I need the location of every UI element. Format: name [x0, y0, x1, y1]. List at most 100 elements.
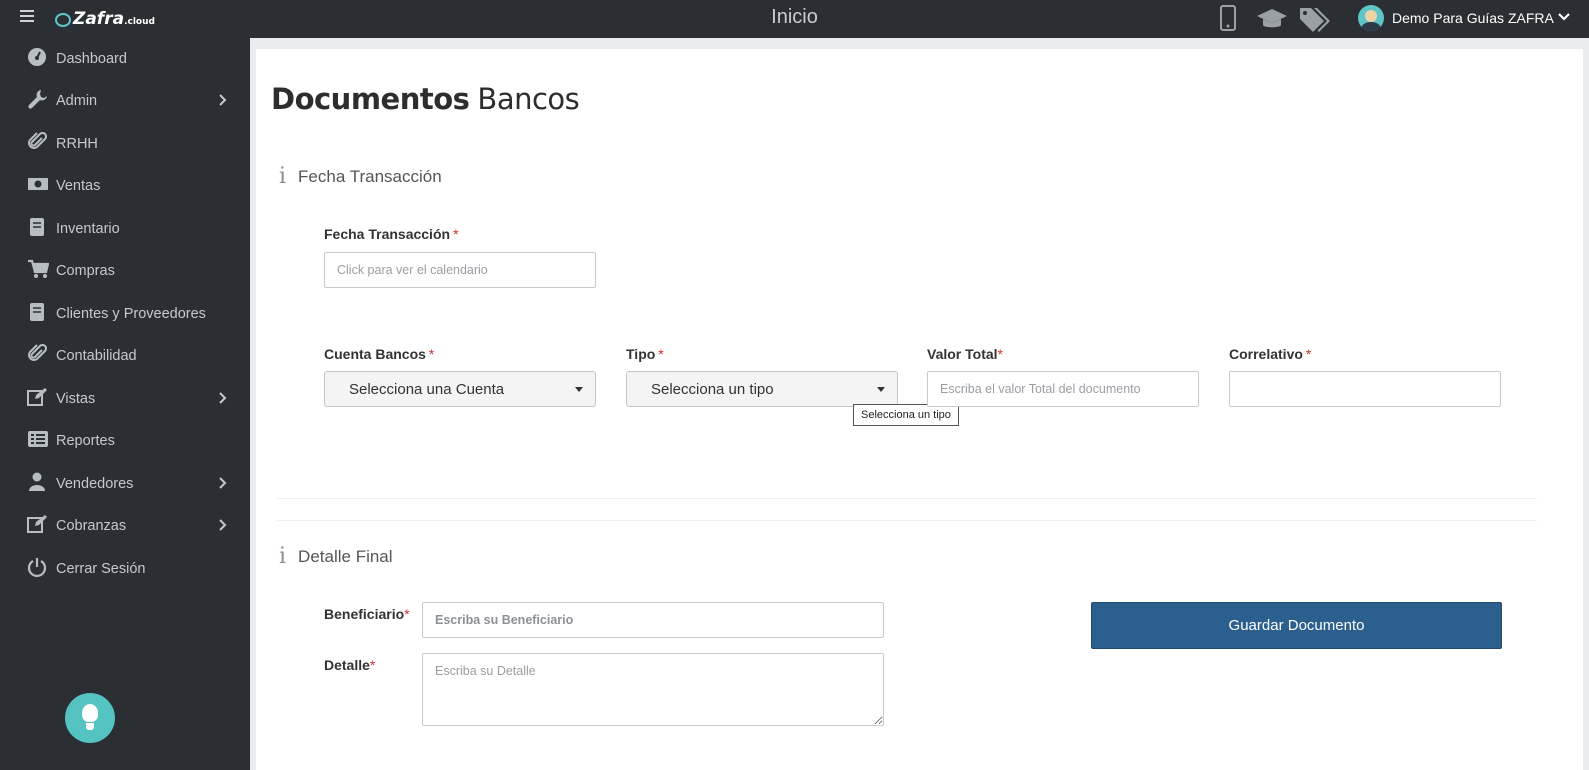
required-mark: *: [369, 657, 376, 673]
page-title: Inicio: [771, 6, 818, 28]
sidebar-item-label: Compras: [56, 263, 115, 279]
edit-icon: [27, 387, 47, 412]
chevron-right-icon: [219, 92, 227, 110]
page-heading-strong: Documentos: [271, 82, 470, 116]
graduation-cap-icon[interactable]: [1256, 5, 1288, 37]
sidebar: Dashboard Admin RRHH Ventas Inventario C…: [0, 38, 250, 770]
book-icon: [27, 217, 47, 242]
user-name: Demo Para Guías ZAFRA: [1392, 10, 1554, 26]
main-content: Documentos Bancos i Fecha Transacción Fec…: [256, 49, 1583, 770]
cart-icon: [27, 259, 50, 284]
sidebar-item-label: Vistas: [56, 391, 96, 407]
sidebar-item-label: Admin: [56, 93, 98, 109]
sidebar-item-clientes-proveedores[interactable]: Clientes y Proveedores: [0, 294, 250, 334]
correlativo-input[interactable]: [1229, 371, 1501, 407]
section-title: Detalle Final: [298, 546, 393, 566]
caret-down-icon: [877, 387, 885, 392]
detalle-label: Detalle*: [324, 657, 375, 673]
chevron-down-icon: [1558, 11, 1570, 25]
money-icon: [27, 176, 48, 197]
cuenta-bancos-selected: Selecciona una Cuenta: [349, 380, 505, 398]
correlativo-label: Correlativo *: [1229, 346, 1311, 362]
sidebar-item-label: Contabilidad: [56, 348, 137, 364]
tipo-selected: Selecciona un tipo: [651, 380, 774, 398]
tipo-tooltip: Selecciona un tipo: [853, 404, 959, 426]
mobile-icon[interactable]: [1219, 5, 1237, 37]
sidebar-item-inventario[interactable]: Inventario: [0, 209, 250, 249]
list-icon: [27, 430, 48, 453]
sidebar-item-label: Reportes: [56, 433, 115, 449]
sidebar-item-rrhh[interactable]: RRHH: [0, 124, 250, 164]
wrench-icon: [27, 89, 47, 114]
info-icon: i: [279, 544, 287, 569]
sidebar-item-vendedores[interactable]: Vendedores: [0, 464, 250, 504]
lightbulb-help-icon[interactable]: [65, 693, 115, 743]
info-icon: i: [279, 164, 287, 189]
beneficiario-input[interactable]: [422, 602, 884, 638]
sidebar-item-compras[interactable]: Compras: [0, 251, 250, 291]
cuenta-bancos-select[interactable]: Selecciona una Cuenta: [324, 371, 596, 407]
valor-total-label: Valor Total*: [927, 346, 1003, 362]
valor-total-input[interactable]: [927, 371, 1199, 407]
beneficiario-label-text: Beneficiario: [324, 606, 405, 622]
fecha-transaccion-input[interactable]: [324, 252, 596, 288]
top-bar: Zafra.cloud Inicio Demo Para Guías ZAFRA: [0, 0, 1589, 38]
section-fecha-transaccion: i Fecha Transacción: [279, 164, 442, 189]
divider: [277, 498, 1537, 499]
page-heading-light: Bancos: [477, 82, 580, 116]
section-title: Fecha Transacción: [298, 166, 442, 186]
paperclip-icon: [27, 131, 48, 157]
required-mark: *: [997, 346, 1003, 362]
valor-total-label-text: Valor Total: [927, 346, 998, 362]
sidebar-item-label: Ventas: [56, 178, 101, 194]
required-mark: *: [404, 606, 410, 622]
sidebar-item-dashboard[interactable]: Dashboard: [0, 39, 250, 79]
tags-icon[interactable]: [1298, 5, 1330, 39]
beneficiario-label: Beneficiario*: [324, 606, 410, 622]
sidebar-item-label: Clientes y Proveedores: [56, 306, 206, 322]
sidebar-item-vistas[interactable]: Vistas: [0, 379, 250, 419]
sidebar-item-label: RRHH: [56, 136, 98, 152]
edit-icon: [27, 514, 47, 539]
user-icon: [27, 472, 47, 497]
sidebar-item-reportes[interactable]: Reportes: [0, 421, 250, 461]
sidebar-item-cobranzas[interactable]: Cobranzas: [0, 506, 250, 546]
divider: [277, 520, 1537, 521]
sidebar-item-contabilidad[interactable]: Contabilidad: [0, 336, 250, 376]
sidebar-item-label: Dashboard: [56, 51, 127, 67]
tipo-label: Tipo *: [626, 346, 664, 362]
tipo-select[interactable]: Selecciona un tipo: [626, 371, 898, 407]
detalle-label-text: Detalle: [324, 657, 370, 673]
fecha-label-text: Fecha Transacción: [324, 226, 451, 242]
cuenta-bancos-label: Cuenta Bancos *: [324, 346, 434, 362]
sidebar-item-cerrar-sesion[interactable]: Cerrar Sesión: [0, 549, 250, 589]
dashboard-icon: [27, 47, 47, 72]
sidebar-item-admin[interactable]: Admin: [0, 81, 250, 121]
chevron-right-icon: [219, 517, 227, 535]
required-mark: *: [658, 346, 664, 362]
required-mark: *: [428, 346, 435, 362]
correlativo-label-text: Correlativo: [1229, 346, 1303, 362]
sidebar-item-label: Vendedores: [56, 476, 134, 492]
user-menu[interactable]: Demo Para Guías ZAFRA: [1358, 5, 1570, 31]
sidebar-item-ventas[interactable]: Ventas: [0, 166, 250, 206]
required-mark: *: [453, 226, 459, 242]
book-icon: [27, 302, 47, 327]
page-heading: Documentos Bancos: [271, 82, 580, 116]
sidebar-item-label: Cerrar Sesión: [56, 561, 146, 577]
guardar-documento-button[interactable]: Guardar Documento: [1091, 602, 1502, 649]
sidebar-item-label: Cobranzas: [56, 518, 127, 534]
section-detalle-final: i Detalle Final: [279, 544, 393, 569]
chevron-right-icon: [219, 390, 227, 408]
sidebar-item-label: Inventario: [56, 221, 120, 237]
cuenta-bancos-label-text: Cuenta Bancos: [324, 346, 426, 362]
required-mark: *: [1305, 346, 1312, 362]
fecha-label: Fecha Transacción *: [324, 226, 459, 242]
paperclip-icon: [27, 343, 48, 369]
power-icon: [27, 557, 47, 582]
detalle-textarea[interactable]: [422, 653, 884, 726]
avatar: [1358, 5, 1384, 31]
caret-down-icon: [575, 387, 583, 392]
chevron-right-icon: [219, 475, 227, 493]
tipo-label-text: Tipo: [626, 346, 656, 362]
